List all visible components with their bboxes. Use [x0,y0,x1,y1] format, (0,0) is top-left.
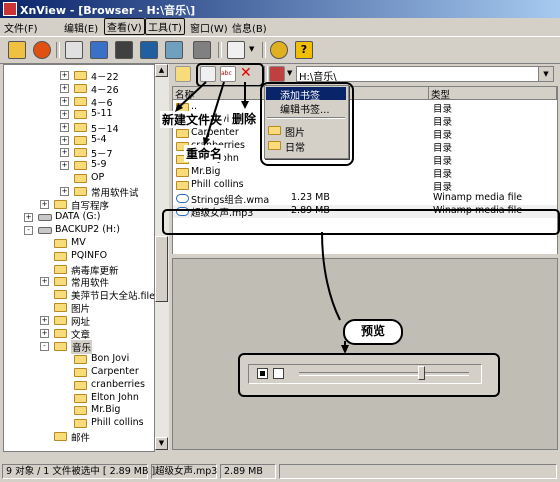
annotation-arrows [175,81,349,354]
status-count: 9 对象 / 1 文件被选中 [ 2.89 MB ] [2,464,155,479]
status-bar: 9 对象 / 1 文件被选中 [ 2.89 MB ] 超级女声.mp3 2.89… [0,462,560,482]
status-file: 超级女声.mp3 [151,464,217,479]
status-size: 2.89 MB [220,464,276,479]
status-empty [279,464,557,479]
